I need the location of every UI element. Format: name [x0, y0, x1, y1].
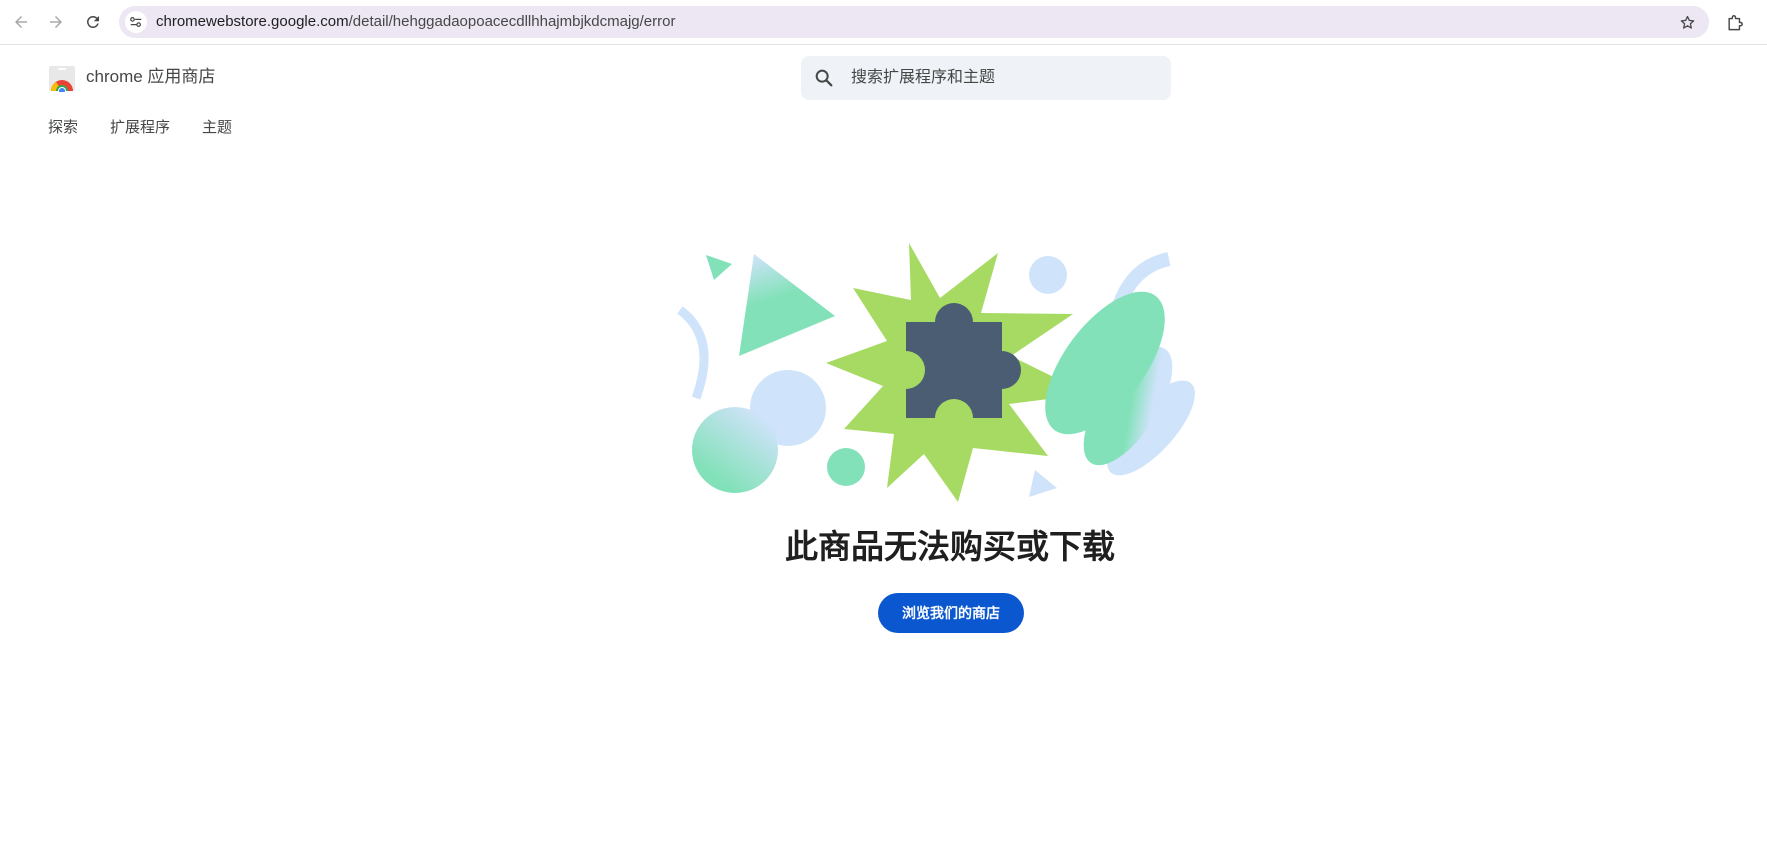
site-info-button[interactable]: [125, 11, 147, 33]
store-name[interactable]: chrome 应用商店: [86, 66, 215, 88]
puzzle-piece-icon: [887, 303, 1021, 437]
top-right-circle: [1029, 256, 1067, 294]
search-box[interactable]: [801, 56, 1171, 100]
search-input[interactable]: [851, 56, 1156, 100]
address-bar[interactable]: chromewebstore.google.com/detail/hehggad…: [119, 6, 1709, 38]
back-arrow-icon: [15, 16, 27, 28]
left-arc-shape: [677, 306, 709, 400]
large-triangle-shape: [739, 254, 835, 356]
nav-link-explore[interactable]: 探索: [48, 118, 78, 138]
store-nav: 探索 扩展程序 主题: [48, 118, 232, 138]
small-green-dot: [827, 448, 865, 486]
nav-link-themes[interactable]: 主题: [202, 118, 232, 138]
gradient-circle: [692, 407, 778, 493]
error-title: 此商品无法购买或下载: [785, 528, 1115, 565]
forward-arrow-icon: [50, 16, 62, 28]
forward-button[interactable]: [43, 9, 69, 35]
url-text[interactable]: chromewebstore.google.com/detail/hehggad…: [156, 13, 675, 31]
browse-store-button[interactable]: 浏览我们的商店: [878, 593, 1024, 633]
url-host: chromewebstore.google.com: [156, 13, 349, 30]
reload-button[interactable]: [80, 9, 106, 35]
extensions-button[interactable]: [1722, 9, 1748, 35]
bookmark-button[interactable]: [1677, 12, 1697, 32]
site-info-icon: [130, 17, 142, 27]
back-button[interactable]: [8, 9, 34, 35]
search-icon: [815, 69, 833, 87]
reload-icon: [86, 15, 99, 28]
bottom-triangle-shape: [1029, 470, 1057, 497]
nav-link-extensions[interactable]: 扩展程序: [110, 118, 170, 138]
small-triangle-shape: [706, 255, 732, 280]
browser-toolbar: chromewebstore.google.com/detail/hehggad…: [0, 0, 1767, 45]
error-illustration: [677, 243, 1195, 502]
extensions-icon: [1727, 14, 1743, 30]
bookmark-star-icon: [1680, 15, 1694, 29]
chrome-web-store-logo[interactable]: [48, 64, 76, 92]
url-path: /detail/hehggadaopoacecdllhhajmbjkdcmajg…: [348, 13, 676, 30]
